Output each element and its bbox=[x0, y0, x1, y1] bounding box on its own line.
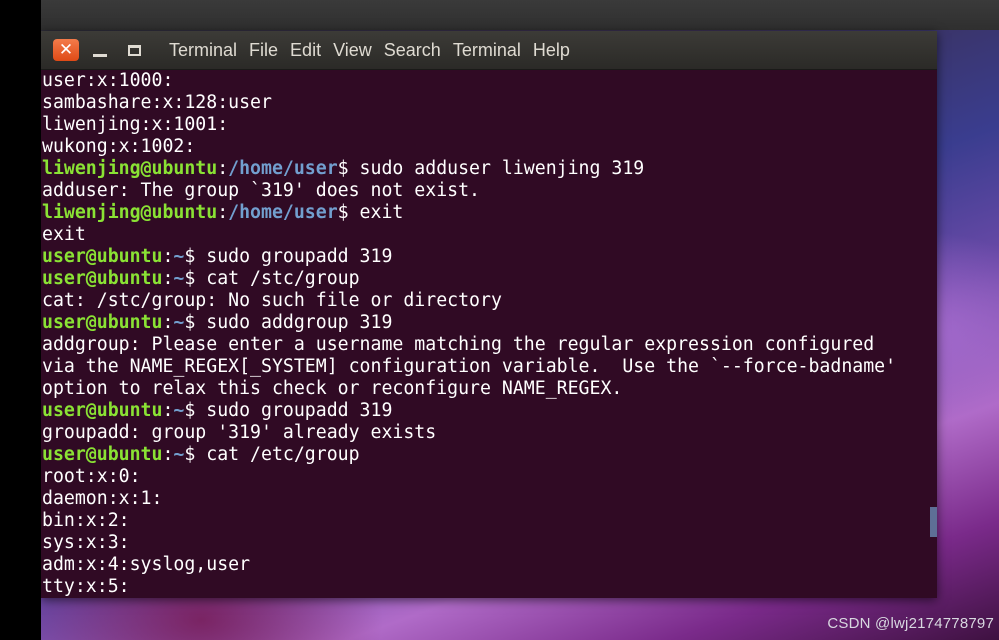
prompt-user: user@ubuntu bbox=[42, 444, 163, 465]
command-text: sudo groupadd 319 bbox=[195, 400, 393, 421]
menu-bar: Terminal File Edit View Search Terminal … bbox=[163, 40, 576, 61]
prompt-user: liwenjing@ubuntu bbox=[42, 202, 218, 223]
prompt-line: user@ubuntu:~$ sudo groupadd 319 bbox=[42, 400, 393, 421]
prompt-path: ~ bbox=[173, 246, 185, 267]
prompt-line: user@ubuntu:~$ cat /stc/group bbox=[42, 268, 360, 289]
top-panel bbox=[41, 0, 999, 30]
menu-view[interactable]: View bbox=[327, 40, 378, 61]
title-bar[interactable]: ✕ Terminal File Edit View Search Termina… bbox=[41, 31, 937, 70]
command-text: sudo groupadd 319 bbox=[195, 246, 393, 267]
prompt-user: user@ubuntu bbox=[42, 268, 163, 289]
command-text: sudo adduser liwenjing 319 bbox=[348, 158, 645, 179]
command-text: cat /etc/group bbox=[195, 444, 360, 465]
command-text: sudo addgroup 319 bbox=[195, 312, 393, 333]
output-line: tty:x:5: bbox=[42, 576, 130, 597]
prompt-path: ~ bbox=[173, 444, 185, 465]
menu-help[interactable]: Help bbox=[527, 40, 576, 61]
prompt-user: user@ubuntu bbox=[42, 246, 163, 267]
output-line: liwenjing:x:1001: bbox=[42, 114, 229, 135]
close-icon[interactable]: ✕ bbox=[53, 39, 79, 61]
watermark: CSDN @lwj2174778797 bbox=[827, 615, 994, 632]
output-line: cat: /stc/group: No such file or directo… bbox=[42, 290, 502, 311]
output-line: adm:x:4:syslog,user bbox=[42, 554, 251, 575]
output-line: addgroup: Please enter a username matchi… bbox=[42, 334, 875, 355]
command-text: cat /stc/group bbox=[195, 268, 360, 289]
output-line: adduser: The group `319' does not exist. bbox=[42, 180, 480, 201]
output-line: option to relax this check or reconfigur… bbox=[42, 378, 623, 399]
output-line: sys:x:3: bbox=[42, 532, 130, 553]
prompt-line: user@ubuntu:~$ sudo groupadd 319 bbox=[42, 246, 393, 267]
screen-left-edge bbox=[0, 0, 41, 640]
prompt-line: user@ubuntu:~$ cat /etc/group bbox=[42, 444, 360, 465]
app-title: Terminal bbox=[169, 39, 238, 60]
scrollbar-thumb[interactable] bbox=[930, 507, 937, 537]
prompt-user: user@ubuntu bbox=[42, 400, 163, 421]
output-line: bin:x:2: bbox=[42, 510, 130, 531]
output-line: exit bbox=[42, 224, 86, 245]
prompt-path: /home/user bbox=[228, 158, 338, 179]
menu-search[interactable]: Search bbox=[378, 40, 447, 61]
output-line: via the NAME_REGEX[_SYSTEM] configuratio… bbox=[42, 356, 897, 377]
prompt-path: ~ bbox=[173, 268, 185, 289]
output-line: sambashare:x:128:user bbox=[42, 92, 272, 113]
prompt-user: user@ubuntu bbox=[42, 312, 163, 333]
menu-terminal[interactable]: Terminal bbox=[447, 40, 527, 61]
output-line: wukong:x:1002: bbox=[42, 136, 196, 157]
window-controls: ✕ bbox=[53, 39, 147, 61]
menu-edit[interactable]: Edit bbox=[284, 40, 327, 61]
output-line: daemon:x:1: bbox=[42, 488, 163, 509]
output-line: groupadd: group '319' already exists bbox=[42, 422, 437, 443]
prompt-path: /home/user bbox=[228, 202, 338, 223]
prompt-line: user@ubuntu:~$ sudo addgroup 319 bbox=[42, 312, 393, 333]
command-text: exit bbox=[348, 202, 404, 223]
prompt-line: liwenjing@ubuntu:/home/user$ sudo adduse… bbox=[42, 158, 645, 179]
prompt-path: ~ bbox=[173, 312, 185, 333]
menu-file[interactable]: File bbox=[243, 40, 284, 61]
output-line: user:x:1000: bbox=[42, 70, 174, 91]
terminal-window[interactable]: ✕ Terminal File Edit View Search Termina… bbox=[41, 31, 937, 598]
maximize-icon[interactable] bbox=[121, 39, 147, 61]
output-line: root:x:0: bbox=[42, 466, 141, 487]
prompt-user: liwenjing@ubuntu bbox=[42, 158, 218, 179]
terminal-output[interactable]: user:x:1000: sambashare:x:128:user liwenji… bbox=[41, 70, 937, 598]
minimize-icon[interactable] bbox=[87, 39, 113, 61]
prompt-path: ~ bbox=[173, 400, 185, 421]
prompt-line: liwenjing@ubuntu:/home/user$ exit bbox=[42, 202, 404, 223]
